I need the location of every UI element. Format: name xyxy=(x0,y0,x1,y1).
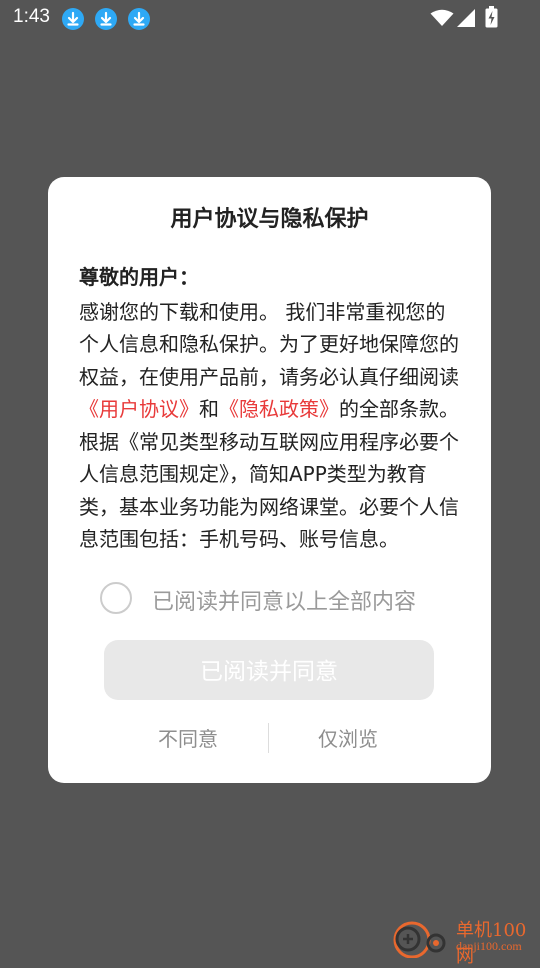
download-icon xyxy=(128,8,150,30)
dialog-title: 用户协议与隐私保护 xyxy=(170,207,369,232)
agree-checkbox-row[interactable]: 已阅读并同意以上全部内容 xyxy=(100,581,460,617)
agreement-body: 感谢您的下载和使用。 我们非常重视您的个人信息和隐私保护。为了更好地保障您的权益… xyxy=(79,296,463,556)
privacy-policy-link[interactable]: 《隐私政策》 xyxy=(219,397,339,421)
body-text: 感谢您的下载和使用。 我们非常重视您的个人信息和隐私保护。为了更好地保障您的权益… xyxy=(79,299,459,389)
body-text-and: 和 xyxy=(199,397,219,421)
agree-checkbox-label[interactable]: 已阅读并同意以上全部内容 xyxy=(152,584,416,616)
watermark-url: danji100.com xyxy=(456,939,522,953)
greeting: 尊敬的用户： xyxy=(79,265,199,289)
download-icon xyxy=(62,8,84,30)
status-time: 1:43 xyxy=(13,6,50,27)
wifi-icon xyxy=(430,9,454,31)
agree-button[interactable]: 已阅读并同意 xyxy=(104,640,434,700)
watermark: 单机100网 danji100.com xyxy=(390,916,540,967)
disagree-button[interactable]: 不同意 xyxy=(158,723,218,752)
user-agreement-link[interactable]: 《用户协议》 xyxy=(79,397,199,421)
divider xyxy=(268,723,269,753)
agreement-content[interactable]: 尊敬的用户： 感谢您的下载和使用。 我们非常重视您的个人信息和隐私保护。为了更好… xyxy=(79,261,463,559)
download-icon xyxy=(95,8,117,30)
browse-only-button[interactable]: 仅浏览 xyxy=(318,723,378,752)
secondary-actions: 不同意 仅浏览 xyxy=(48,723,491,753)
battery-charging-icon xyxy=(485,6,498,32)
status-bar: 1:43 xyxy=(0,0,540,36)
watermark-logo-icon xyxy=(390,918,454,962)
user-agreement-dialog: 用户协议与隐私保护 尊敬的用户： 感谢您的下载和使用。 我们非常重视您的个人信息… xyxy=(48,177,491,783)
agree-checkbox[interactable] xyxy=(100,582,132,614)
signal-icon xyxy=(456,8,476,32)
